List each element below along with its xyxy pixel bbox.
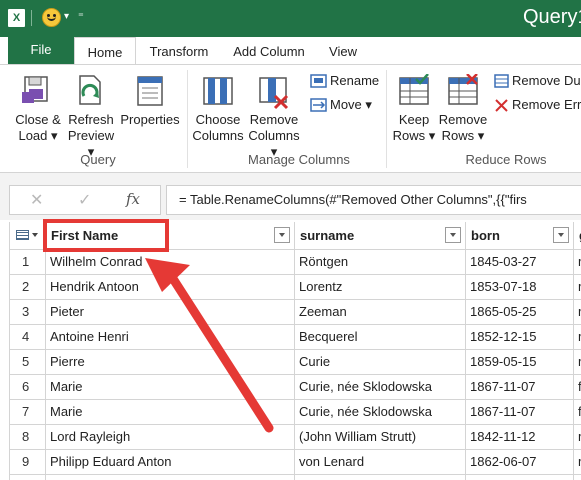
- annotation-arrow: [145, 258, 274, 433]
